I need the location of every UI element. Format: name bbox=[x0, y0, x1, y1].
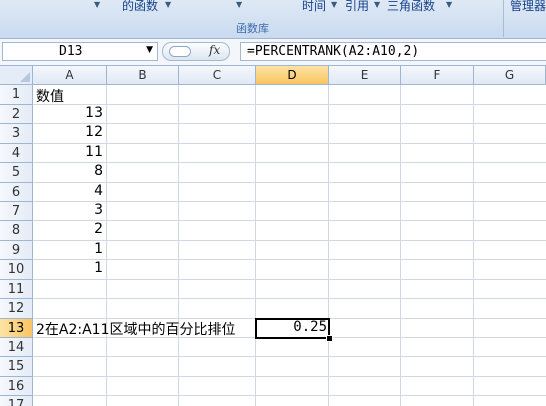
column-header-e[interactable]: E bbox=[329, 66, 401, 85]
gridline bbox=[178, 85, 179, 406]
ribbon-item-date-time[interactable]: 时间 bbox=[302, 0, 326, 14]
gridline bbox=[33, 104, 546, 105]
gridline bbox=[33, 356, 546, 357]
gridline bbox=[473, 85, 474, 406]
row-header-7[interactable]: 7 bbox=[0, 202, 33, 221]
cell-a7[interactable]: 3 bbox=[33, 202, 103, 218]
ribbon-separator bbox=[503, 0, 504, 37]
gridline bbox=[33, 279, 546, 280]
cell-a2[interactable]: 13 bbox=[33, 105, 103, 121]
column-header-g[interactable]: G bbox=[474, 66, 546, 85]
row-header-14[interactable]: 14 bbox=[0, 338, 33, 357]
gridline bbox=[33, 123, 546, 124]
fill-handle[interactable] bbox=[326, 335, 333, 342]
ribbon-item-reference[interactable]: 引用 bbox=[345, 0, 369, 14]
cell-a10[interactable]: 1 bbox=[33, 260, 103, 276]
column-header-a[interactable]: A bbox=[33, 66, 107, 85]
gridline bbox=[328, 85, 329, 406]
cell-a4[interactable]: 11 bbox=[33, 144, 103, 160]
chevron-down-icon[interactable]: ▼ bbox=[94, 0, 100, 9]
row-header-8[interactable]: 8 bbox=[0, 221, 33, 241]
formula-bar: D13 ▼ fx =PERCENTRANK(A2:A10,2) bbox=[0, 39, 546, 66]
insert-function-icon[interactable]: fx bbox=[209, 43, 220, 57]
row-header-9[interactable]: 9 bbox=[0, 241, 33, 260]
gridline bbox=[33, 182, 546, 183]
gridline bbox=[33, 240, 546, 241]
row-header-4[interactable]: 4 bbox=[0, 144, 33, 163]
row-header-10[interactable]: 10 bbox=[0, 260, 33, 280]
cell-a9[interactable]: 1 bbox=[33, 241, 103, 257]
chevron-down-icon[interactable]: ▼ bbox=[146, 45, 153, 55]
ribbon-item-name-manager[interactable]: 管理器 bbox=[510, 0, 546, 14]
row-header-17[interactable]: 17 bbox=[0, 396, 33, 406]
chevron-down-icon[interactable]: ▼ bbox=[446, 0, 452, 9]
gridline bbox=[255, 85, 256, 406]
gridline bbox=[400, 85, 401, 406]
ribbon-item-math-trig[interactable]: 三角函数 bbox=[387, 0, 435, 14]
cell-a1[interactable]: 数值 bbox=[36, 86, 64, 106]
cell-a13[interactable]: 2在A2:A11区域中的百分比排位 bbox=[36, 319, 236, 339]
row-header-16[interactable]: 16 bbox=[0, 377, 33, 396]
row-header-1[interactable]: 1 bbox=[0, 85, 33, 105]
cell-a6[interactable]: 4 bbox=[33, 183, 103, 199]
formula-input[interactable]: =PERCENTRANK(A2:A10,2) bbox=[240, 42, 546, 61]
row-header-12[interactable]: 12 bbox=[0, 299, 33, 319]
cell-a3[interactable]: 12 bbox=[33, 124, 103, 140]
row-header-3[interactable]: 3 bbox=[0, 124, 33, 144]
chevron-down-icon[interactable]: ▼ bbox=[236, 0, 242, 9]
row-header-6[interactable]: 6 bbox=[0, 183, 33, 202]
grip-icon bbox=[169, 46, 191, 57]
name-box[interactable]: D13 ▼ bbox=[2, 42, 158, 61]
gridline bbox=[33, 220, 546, 221]
ribbon-group-label: 函数库 bbox=[236, 22, 269, 35]
cell-d13[interactable]: 0.25 bbox=[257, 319, 327, 335]
formula-bar-resize-handle[interactable]: fx bbox=[162, 42, 230, 61]
column-header-f[interactable]: F bbox=[401, 66, 474, 85]
gridline bbox=[33, 162, 546, 163]
cell-a5[interactable]: 8 bbox=[33, 163, 103, 179]
formula-text: =PERCENTRANK(A2:A10,2) bbox=[247, 44, 420, 59]
column-header-d[interactable]: D bbox=[256, 66, 329, 85]
cell-a8[interactable]: 2 bbox=[33, 221, 103, 237]
column-header-c[interactable]: C bbox=[179, 66, 256, 85]
row-header-13[interactable]: 13 bbox=[0, 319, 33, 338]
gridline bbox=[33, 395, 546, 396]
gridline bbox=[106, 85, 107, 406]
gridline bbox=[33, 298, 546, 299]
column-header-b[interactable]: B bbox=[107, 66, 179, 85]
row-header-15[interactable]: 15 bbox=[0, 357, 33, 377]
select-all-icon bbox=[20, 72, 30, 82]
gridline bbox=[33, 143, 546, 144]
row-header-5[interactable]: 5 bbox=[0, 163, 33, 183]
name-box-value: D13 bbox=[59, 44, 83, 59]
ribbon: 的函数 ▼ ▼ ▼ 时间 ▼ 引用 ▼ 三角函数 ▼ 管理器 函数库 bbox=[0, 0, 546, 39]
worksheet-grid[interactable]: A B C D E F G 1 2 3 4 5 6 7 8 9 10 11 12… bbox=[0, 66, 546, 406]
row-header-2[interactable]: 2 bbox=[0, 105, 33, 124]
chevron-down-icon[interactable]: ▼ bbox=[165, 0, 171, 9]
row-header-11[interactable]: 11 bbox=[0, 280, 33, 299]
gridline bbox=[33, 376, 546, 377]
chevron-down-icon[interactable]: ▼ bbox=[331, 0, 337, 9]
gridline bbox=[33, 201, 546, 202]
gridline bbox=[33, 259, 546, 260]
chevron-down-icon[interactable]: ▼ bbox=[374, 0, 380, 9]
ribbon-item-lookup-functions[interactable]: 的函数 bbox=[122, 0, 158, 14]
select-all-button[interactable] bbox=[0, 66, 33, 85]
